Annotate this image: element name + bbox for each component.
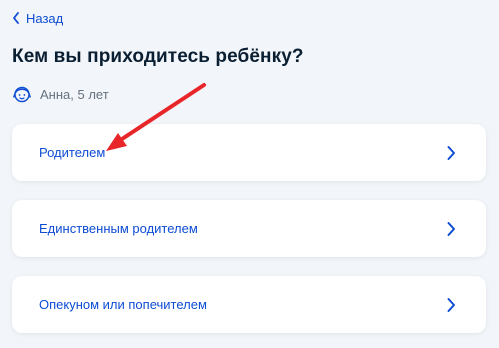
back-label: Назад xyxy=(26,10,64,26)
back-link[interactable]: Назад xyxy=(12,9,63,27)
option-label: Единственным родителем xyxy=(39,221,198,236)
page-title: Кем вы приходитесь ребёнку? xyxy=(12,46,304,67)
option-guardian[interactable]: Опекуном или попечителем xyxy=(12,276,486,333)
child-face-icon xyxy=(13,86,31,103)
child-info: Анна, 5 лет xyxy=(12,84,109,104)
chevron-right-icon xyxy=(447,297,455,312)
option-label: Родителем xyxy=(39,145,106,160)
option-single-parent[interactable]: Единственным родителем xyxy=(12,200,486,257)
chevron-right-icon xyxy=(447,145,455,160)
chevron-right-icon xyxy=(447,221,455,236)
option-parent[interactable]: Родителем xyxy=(12,124,486,181)
child-name: Анна, 5 лет xyxy=(40,86,109,102)
chevron-left-icon xyxy=(13,12,19,24)
option-label: Опекуном или попечителем xyxy=(39,297,207,312)
